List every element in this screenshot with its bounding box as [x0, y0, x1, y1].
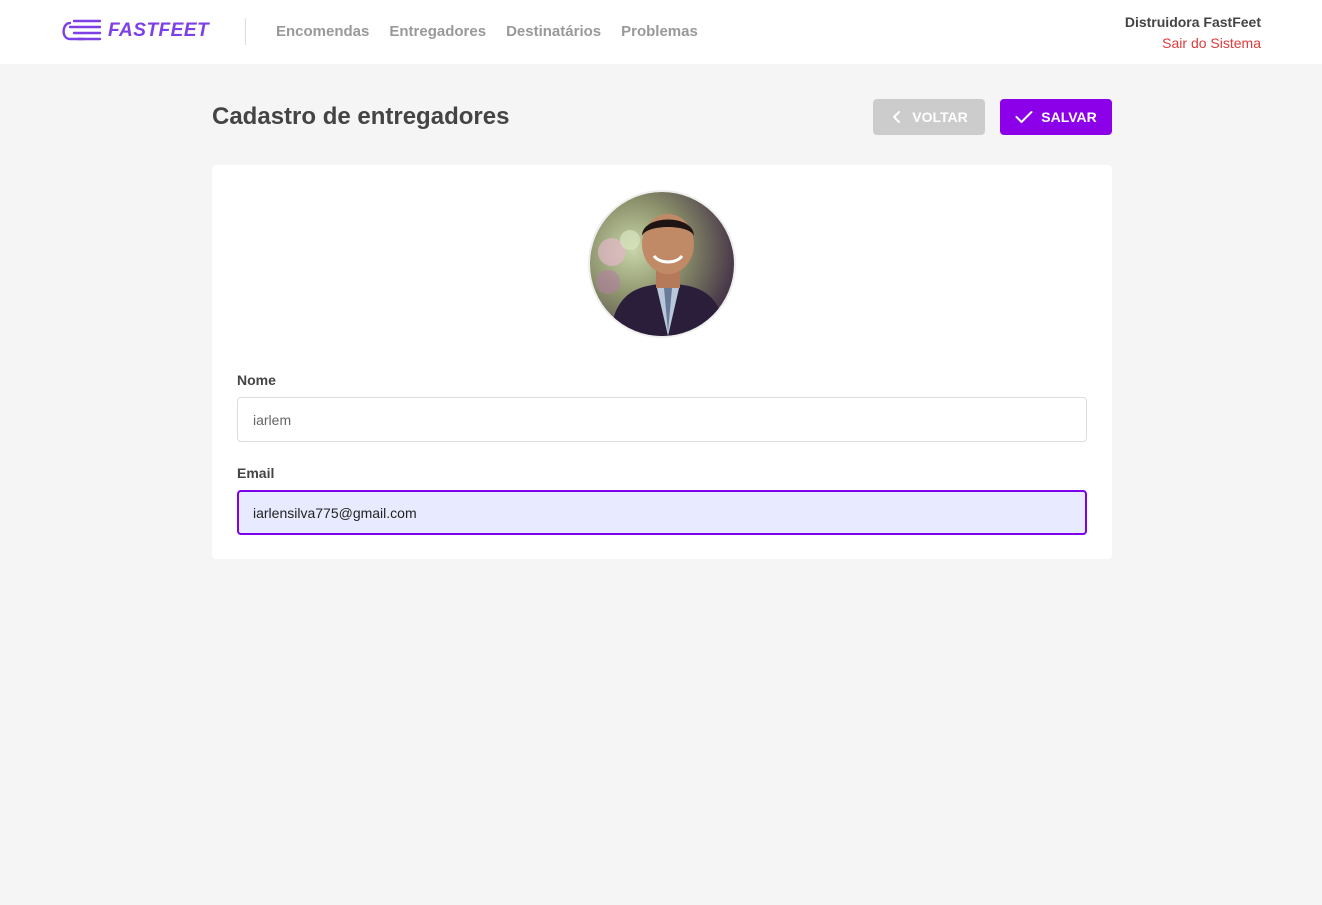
name-input[interactable] — [237, 397, 1087, 442]
name-label: Nome — [237, 372, 276, 388]
nav-item-encomendas[interactable]: Encomendas — [276, 23, 369, 40]
avatar-container — [237, 190, 1087, 338]
page-header: Cadastro de entregadores VOLTAR SALVAR — [212, 99, 1112, 135]
logout-link[interactable]: Sair do Sistema — [1125, 35, 1261, 51]
header-divider — [245, 18, 246, 45]
fast-delivery-icon — [62, 19, 102, 41]
avatar-photo — [590, 192, 734, 336]
avatar[interactable] — [588, 190, 736, 338]
user-profile: Distruidora FastFeet Sair do Sistema — [1125, 14, 1261, 51]
email-label: Email — [237, 465, 275, 481]
nav-item-entregadores[interactable]: Entregadores — [389, 23, 486, 40]
back-button-label: VOLTAR — [912, 109, 968, 125]
top-bar: FASTFEET Encomendas Entregadores Destina… — [0, 0, 1322, 64]
page-actions: VOLTAR SALVAR — [873, 99, 1112, 135]
save-button-label: SALVAR — [1041, 109, 1097, 125]
check-icon — [1015, 111, 1033, 123]
nav-item-destinatarios[interactable]: Destinatários — [506, 23, 601, 40]
chevron-left-icon — [893, 111, 901, 123]
back-button[interactable]: VOLTAR — [873, 99, 985, 135]
nav-item-problemas[interactable]: Problemas — [621, 23, 698, 40]
main-nav: Encomendas Entregadores Destinatários Pr… — [276, 23, 698, 40]
main-content: Cadastro de entregadores VOLTAR SALVAR N… — [212, 99, 1112, 559]
page-title: Cadastro de entregadores — [212, 103, 510, 130]
email-field: Email — [237, 465, 1087, 535]
user-name: Distruidora FastFeet — [1124, 14, 1261, 30]
logo-text: FASTFEET — [108, 20, 210, 41]
email-input[interactable] — [237, 490, 1087, 535]
name-field: Nome — [237, 372, 1087, 442]
save-button[interactable]: SALVAR — [1000, 99, 1112, 135]
fastfeet-logo[interactable]: FASTFEET — [60, 17, 209, 45]
form-card: Nome Email — [212, 165, 1112, 559]
